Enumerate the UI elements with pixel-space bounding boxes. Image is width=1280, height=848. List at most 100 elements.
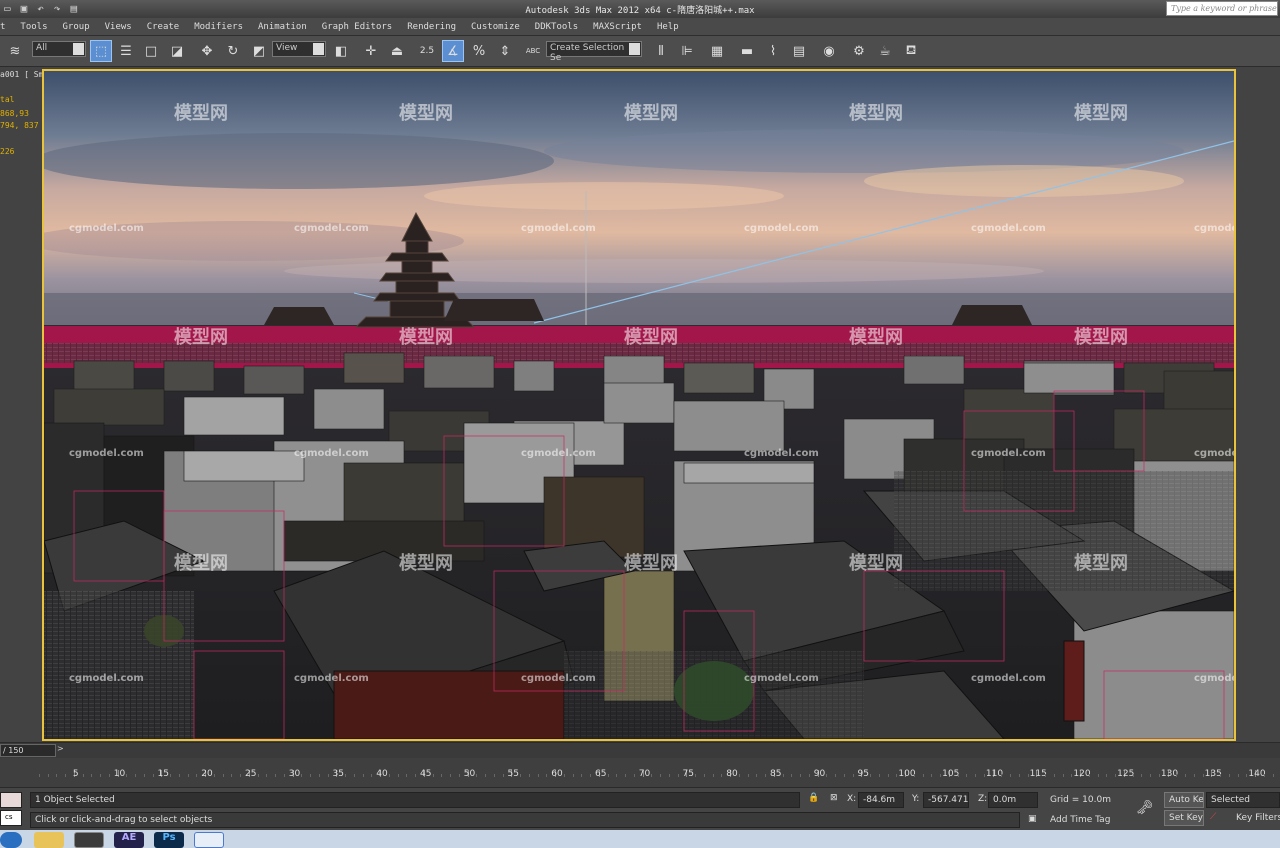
spinner-snap-icon[interactable]: ⇕ xyxy=(494,40,516,62)
edit-named-selection-icon[interactable]: ABC xyxy=(522,40,544,62)
y-coord-label: Y: xyxy=(912,794,920,804)
ruler-minor-tick xyxy=(371,774,373,777)
auto-key-button[interactable]: Auto Key xyxy=(1164,792,1204,808)
time-slider[interactable]: / 150 > xyxy=(0,742,1280,758)
ruler-minor-tick xyxy=(835,774,836,777)
ruler-minor-tick xyxy=(266,774,268,777)
ruler-minor-tick xyxy=(563,774,565,777)
ruler-minor-tick xyxy=(887,774,889,777)
ruler-tick-label: 50 xyxy=(463,769,476,779)
selection-filter-dropdown[interactable]: All xyxy=(32,41,86,57)
material-editor-icon[interactable]: ◉ xyxy=(818,40,840,62)
svg-text:模型网: 模型网 xyxy=(174,552,228,574)
ruler-minor-tick xyxy=(1263,774,1265,777)
menu-item-graph-editors[interactable]: Graph Editors xyxy=(322,22,392,32)
graphite-ribbon-icon[interactable]: ▬ xyxy=(736,40,758,62)
snaps-toggle-icon[interactable]: 2.5 xyxy=(416,40,438,62)
ruler-minor-tick xyxy=(625,774,626,777)
ruler-minor-tick xyxy=(1193,774,1195,777)
menu-item-maxscript[interactable]: MAXScript xyxy=(593,22,642,32)
ruler-minor-tick xyxy=(633,774,635,777)
ruler-minor-tick xyxy=(1106,774,1108,777)
mirror-icon[interactable]: ⫴ xyxy=(650,40,672,62)
y-coord-field[interactable]: -567.471m xyxy=(923,792,969,808)
after-effects-taskbar-icon[interactable]: AE xyxy=(114,832,144,848)
set-key-icon[interactable]: 🗝 xyxy=(1136,800,1154,816)
menu-item-modifiers[interactable]: Modifiers xyxy=(194,22,243,32)
menu-item-customize[interactable]: Customize xyxy=(471,22,520,32)
align-icon[interactable]: ⊫ xyxy=(676,40,698,62)
perspective-viewport[interactable]: 模型网 模型网 模型网 模型网 模型网 cgmodel.com cgmodel.… xyxy=(42,69,1236,741)
time-tag-icon[interactable]: ▣ xyxy=(1028,814,1037,824)
select-object-icon[interactable]: ⬚ xyxy=(90,40,112,62)
time-slider-frame[interactable]: / 150 xyxy=(0,744,56,757)
percent-snap-icon[interactable]: % xyxy=(468,40,490,62)
set-key-button[interactable]: Set Key xyxy=(1164,810,1204,826)
add-time-tag-button[interactable]: Add Time Tag xyxy=(1050,815,1110,825)
ruler-minor-tick xyxy=(966,774,968,777)
link-icon[interactable]: ≋ xyxy=(4,40,26,62)
absolute-mode-icon[interactable]: ⊠ xyxy=(830,793,838,803)
menu-item-animation[interactable]: Animation xyxy=(258,22,307,32)
browser-taskbar-icon[interactable] xyxy=(194,832,224,848)
rotate-icon[interactable]: ↻ xyxy=(222,40,244,62)
menu-item-views[interactable]: Views xyxy=(105,22,132,32)
next-frame-button[interactable]: > xyxy=(57,744,69,757)
z-coord-label: Z: xyxy=(978,794,988,804)
schematic-view-icon[interactable]: ▤ xyxy=(788,40,810,62)
ruler-minor-tick xyxy=(1132,774,1134,777)
ruler-minor-tick xyxy=(1176,774,1178,777)
move-icon[interactable]: ✥ xyxy=(196,40,218,62)
ruler-minor-tick xyxy=(782,774,784,777)
key-mode-selected-dropdown[interactable]: Selected xyxy=(1206,792,1280,808)
3dsmax-taskbar-icon[interactable] xyxy=(74,832,104,848)
reference-coordinate-dropdown[interactable]: View xyxy=(272,41,326,57)
menu-item-help[interactable]: Help xyxy=(657,22,679,32)
ruler-minor-tick xyxy=(1045,774,1046,777)
svg-text:模型网: 模型网 xyxy=(849,326,903,348)
select-manipulate-icon[interactable]: ✛ xyxy=(360,40,382,62)
maxscript-listener-mini[interactable] xyxy=(0,792,22,808)
svg-text:cgmodel.com: cgmodel.com xyxy=(971,673,1046,684)
curve-editor-icon[interactable]: ⌇ xyxy=(762,40,784,62)
menu-item-create[interactable]: Create xyxy=(147,22,180,32)
key-filters-button[interactable]: Key Filters... xyxy=(1236,813,1280,823)
x-coord-field[interactable]: -84.6m xyxy=(858,792,904,808)
pivot-center-icon[interactable]: ◧ xyxy=(330,40,352,62)
z-coord-field[interactable]: 0.0m xyxy=(988,792,1038,808)
lock-selection-icon[interactable]: 🔒 xyxy=(808,793,819,803)
photoshop-taskbar-icon[interactable]: Ps xyxy=(154,832,184,848)
render-setup-icon[interactable]: ⚙ xyxy=(848,40,870,62)
ruler-minor-tick xyxy=(808,774,810,777)
explorer-taskbar-icon[interactable] xyxy=(34,832,64,848)
svg-text:cgmodel.com: cgmodel.com xyxy=(69,673,144,684)
menu-item-ddktools[interactable]: DDKTools xyxy=(535,22,578,32)
scale-icon[interactable]: ◩ xyxy=(248,40,270,62)
start-button-icon[interactable] xyxy=(0,832,22,848)
ruler-minor-tick xyxy=(896,774,898,777)
menu-item-tools[interactable]: Tools xyxy=(20,22,47,32)
frame-ruler[interactable]: 5 10 15 20 25 30 35 40 45 50 55 60 65 70 75 80 85 90 95 100… xyxy=(0,758,1280,788)
menu-item-edit[interactable]: t xyxy=(0,22,5,32)
stats-line-4: 226 xyxy=(0,147,15,156)
menu-item-group[interactable]: Group xyxy=(63,22,90,32)
keyword-search-input[interactable]: Type a keyword or phrase xyxy=(1166,1,1278,16)
rendered-frame-window-icon[interactable]: ☕ xyxy=(874,40,896,62)
angle-snap-icon[interactable]: ∡ xyxy=(442,40,464,62)
ruler-minor-tick xyxy=(56,774,58,777)
menu-item-rendering[interactable]: Rendering xyxy=(407,22,456,32)
named-selection-set-dropdown[interactable]: Create Selection Se xyxy=(546,41,642,63)
maxscript-mini-input[interactable]: cs xyxy=(0,810,22,826)
ruler-minor-tick xyxy=(275,774,276,777)
window-crossing-icon[interactable]: ◪ xyxy=(166,40,188,62)
layer-manager-icon[interactable]: ▦ xyxy=(706,40,728,62)
keyboard-shortcut-icon[interactable]: ⏏ xyxy=(386,40,408,62)
svg-text:cgmodel.com: cgmodel.com xyxy=(69,448,144,459)
render-production-icon[interactable]: ⛾ xyxy=(900,40,922,62)
ruler-minor-tick xyxy=(38,774,40,777)
key-filters-icon[interactable]: ⟋ xyxy=(1210,812,1216,822)
rectangular-selection-icon[interactable]: □ xyxy=(140,40,162,62)
select-by-name-icon[interactable]: ☰ xyxy=(115,40,137,62)
svg-text:cgmodel.com: cgmodel.com xyxy=(1194,673,1234,684)
svg-text:模型网: 模型网 xyxy=(1074,326,1128,348)
